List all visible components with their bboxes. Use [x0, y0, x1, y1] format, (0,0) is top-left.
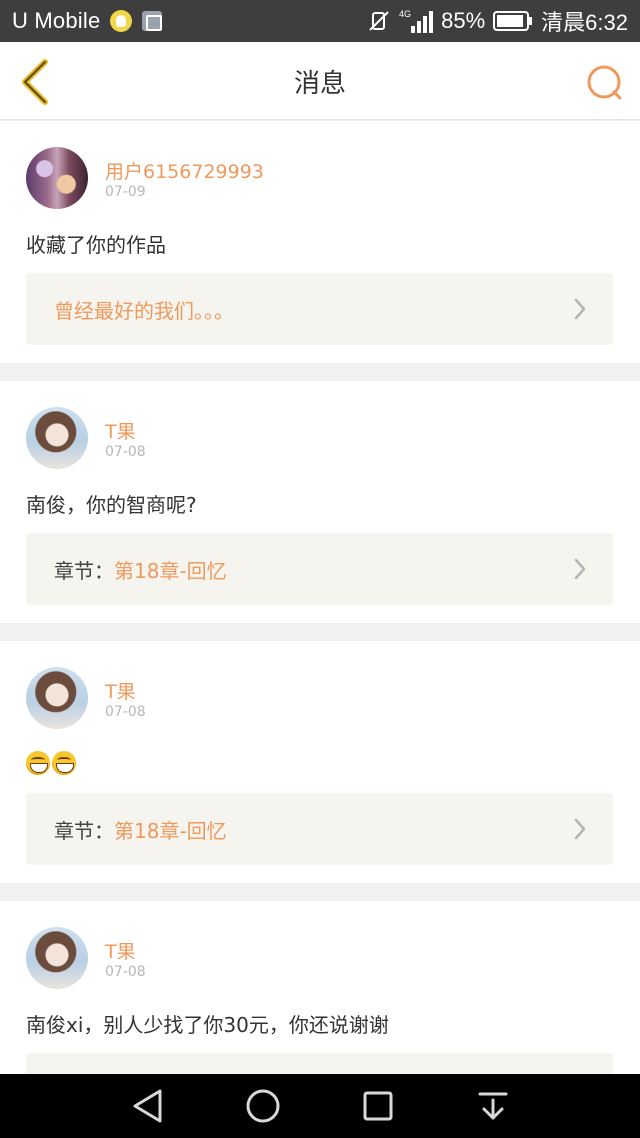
- gallery-notification-icon: [142, 11, 163, 31]
- network-type-label: 4G: [399, 9, 411, 19]
- work-title: 曾经最好的我们。。。: [54, 298, 234, 323]
- message-date: 07-08: [105, 444, 146, 460]
- grin-emoji-icon: [26, 751, 50, 775]
- battery-percent: 85%: [441, 8, 486, 33]
- chapter-label: 章节：: [54, 558, 114, 583]
- signal-icon: 4G: [399, 8, 434, 34]
- pull-down-icon: [478, 1092, 507, 1120]
- header: 消息: [0, 42, 640, 120]
- message-date: 07-08: [105, 704, 146, 720]
- username[interactable]: T果: [105, 417, 136, 444]
- chapter-title: 第18章-回忆: [114, 818, 227, 843]
- avatar[interactable]: [26, 667, 88, 729]
- message-date: 07-08: [105, 964, 146, 980]
- message-card: 用户6156729993 07-09 收藏了你的作品 曾经最好的我们。。。: [0, 121, 640, 363]
- chapter-label: 章节：: [54, 818, 114, 843]
- system-nav-bar: [0, 1074, 640, 1138]
- vibrate-off-icon: [367, 9, 391, 33]
- message-date: 07-09: [105, 184, 146, 200]
- clock: 清晨6:32: [541, 10, 628, 35]
- avatar[interactable]: [26, 147, 88, 209]
- avatar[interactable]: [26, 407, 88, 469]
- avatar[interactable]: [26, 927, 88, 989]
- message-card: T果 07-08 章节： 第18章-回忆: [0, 641, 640, 883]
- username[interactable]: T果: [105, 677, 136, 704]
- username[interactable]: 用户6156729993: [105, 157, 264, 184]
- carrier-label: U Mobile: [12, 8, 101, 33]
- message-emoji: [26, 751, 76, 775]
- chevron-right-icon: [574, 818, 586, 840]
- nav-notification-button[interactable]: [468, 1081, 518, 1131]
- message-text: 收藏了你的作品: [26, 233, 166, 257]
- snapchat-notification-icon: [110, 10, 133, 32]
- square-recents-icon: [363, 1091, 392, 1121]
- page-title: 消息: [293, 68, 346, 99]
- search-icon: [587, 65, 622, 100]
- battery-icon: [493, 10, 533, 32]
- grin-emoji-icon: [52, 751, 76, 775]
- message-card: T果 07-08 南俊xi，别人少找了你30元，你还说谢谢: [0, 901, 640, 1074]
- message-card: T果 07-08 南俊，你的智商呢? 章节： 第18章-回忆: [0, 381, 640, 623]
- message-feed: 用户6156729993 07-09 收藏了你的作品 曾经最好的我们。。。 T果…: [0, 121, 640, 1074]
- back-chevron-icon: [22, 59, 48, 105]
- back-button[interactable]: [14, 58, 54, 106]
- nav-recents-button[interactable]: [353, 1081, 403, 1131]
- status-bar: U Mobile 4G 85% 清晨6:32: [0, 0, 640, 42]
- chevron-right-icon: [574, 558, 586, 580]
- triangle-back-icon: [133, 1089, 161, 1123]
- chapter-link[interactable]: [26, 1053, 613, 1074]
- circle-home-icon: [246, 1089, 279, 1123]
- chevron-right-icon: [574, 298, 586, 320]
- chapter-link[interactable]: 章节： 第18章-回忆: [26, 793, 613, 865]
- nav-home-button[interactable]: [238, 1081, 288, 1131]
- username[interactable]: T果: [105, 937, 136, 964]
- message-text: 南俊，你的智商呢?: [26, 493, 197, 517]
- chapter-link[interactable]: 章节： 第18章-回忆: [26, 533, 613, 605]
- search-button[interactable]: [584, 62, 626, 104]
- chapter-title: 第18章-回忆: [114, 558, 227, 583]
- work-link[interactable]: 曾经最好的我们。。。: [26, 273, 613, 345]
- message-text: 南俊xi，别人少找了你30元，你还说谢谢: [26, 1013, 389, 1037]
- nav-back-button[interactable]: [123, 1081, 173, 1131]
